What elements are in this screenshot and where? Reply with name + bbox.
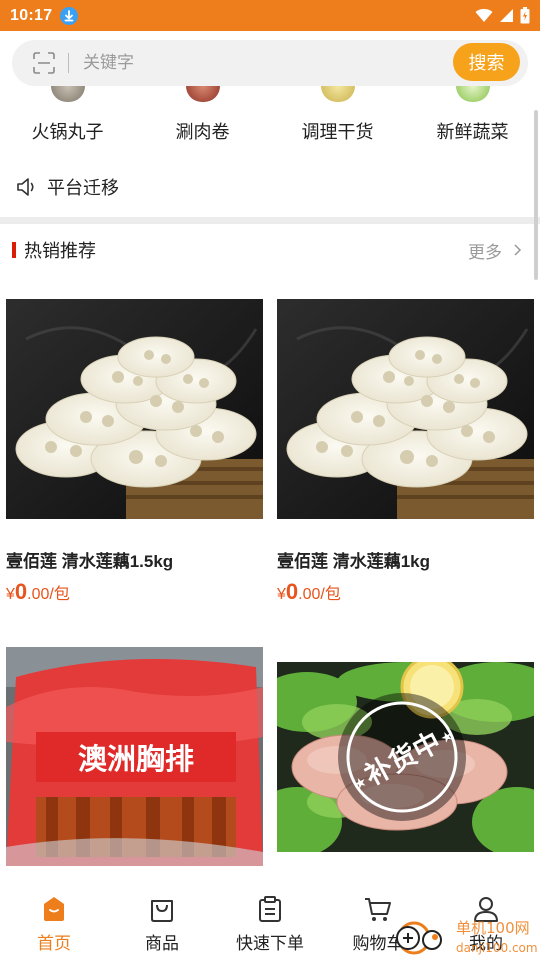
- watermark-subtext: danji100.com: [456, 941, 538, 955]
- home-icon: [44, 897, 64, 921]
- category-label: 新鲜蔬菜: [436, 122, 509, 142]
- price-integer: 0: [285, 579, 299, 604]
- product-price: ¥0.00/包: [6, 579, 70, 605]
- scrollbar[interactable]: [534, 110, 538, 280]
- category-item-vegetables[interactable]: 新鲜蔬菜: [405, 86, 540, 146]
- product-name: 壹佰莲 清水莲藕1kg: [277, 552, 431, 571]
- more-label: 更多: [468, 242, 502, 262]
- search-input[interactable]: [83, 53, 423, 73]
- category-thumbnail: [455, 86, 490, 102]
- product-image-text: 澳洲胸排: [78, 742, 194, 776]
- hot-recommend-header: 热销推荐 更多: [0, 230, 540, 270]
- clipboard-icon: [259, 896, 281, 922]
- category-label: 火锅丸子: [31, 122, 104, 142]
- category-label: 调理干货: [301, 122, 374, 142]
- shopping-bag-icon: [151, 900, 173, 922]
- signal-icon: [500, 9, 513, 22]
- status-bar: 10:17: [0, 0, 540, 31]
- status-time: 10:17: [10, 6, 53, 24]
- price-decimal: .00: [27, 586, 50, 603]
- price-unit: /包: [49, 586, 70, 603]
- more-link[interactable]: 更多: [468, 238, 522, 263]
- search-button[interactable]: 搜索: [453, 43, 520, 81]
- nav-item-quick-order[interactable]: 快速下单: [216, 880, 324, 960]
- category-label: 涮肉卷: [175, 122, 230, 142]
- product-card[interactable]: 壹佰莲 清水莲藕1.5kg ¥0.00/包: [6, 299, 264, 609]
- watermark-text: 单机100网: [456, 919, 530, 937]
- product-card[interactable]: 壹佰莲 清水莲藕1kg ¥0.00/包: [277, 299, 535, 609]
- product-name: 壹佰莲 清水莲藕1.5kg: [6, 552, 174, 571]
- price-decimal: .00: [298, 586, 321, 603]
- category-thumbnail: [320, 86, 355, 102]
- search-divider: [68, 53, 69, 73]
- nav-label: 首页: [37, 934, 71, 953]
- category-item-meat-rolls[interactable]: 涮肉卷: [135, 86, 270, 146]
- product-price: ¥0.00/包: [277, 579, 341, 605]
- category-thumbnail: [185, 86, 220, 102]
- battery-icon: [520, 7, 530, 24]
- scan-icon[interactable]: [32, 51, 56, 75]
- notice-text: 平台迁移: [47, 178, 119, 198]
- nav-label: 快速下单: [236, 934, 304, 953]
- nav-label: 商品: [145, 934, 179, 953]
- product-image: 澳洲胸排: [6, 647, 263, 866]
- notice-bar[interactable]: 平台迁移: [0, 166, 540, 208]
- price-integer: 0: [14, 579, 28, 604]
- wifi-icon: [475, 8, 493, 22]
- section-divider: [0, 217, 540, 224]
- category-item-dry-goods[interactable]: 调理干货: [270, 86, 405, 146]
- product-card[interactable]: 澳洲胸排: [6, 647, 264, 869]
- cart-icon: [365, 898, 391, 921]
- download-icon: [60, 6, 79, 25]
- nav-item-products[interactable]: 商品: [108, 880, 216, 960]
- nav-item-home[interactable]: 首页: [0, 880, 108, 960]
- price-unit: /包: [320, 586, 341, 603]
- search-bar: 搜索: [12, 40, 528, 86]
- speaker-icon: [17, 178, 34, 196]
- section-accent-bar: [12, 242, 16, 258]
- product-image: [6, 299, 263, 519]
- price-currency: ¥: [277, 586, 286, 603]
- search-header: 搜索: [0, 31, 540, 93]
- price-currency: ¥: [6, 586, 15, 603]
- product-image: 补货中 ★ ★: [277, 662, 534, 852]
- status-indicators: [475, 7, 530, 24]
- product-image: [277, 299, 534, 519]
- section-title: 热销推荐: [24, 241, 96, 261]
- product-card[interactable]: 补货中 ★ ★: [277, 662, 535, 852]
- watermark-logo: 单机100网 danji100.com: [396, 919, 538, 955]
- chevron-right-icon: [514, 244, 522, 256]
- category-row: 火锅丸子 涮肉卷 调理干货 新鲜蔬菜: [0, 86, 540, 146]
- category-item-hotpot-balls[interactable]: 火锅丸子: [0, 86, 135, 146]
- category-thumbnail: [50, 86, 85, 102]
